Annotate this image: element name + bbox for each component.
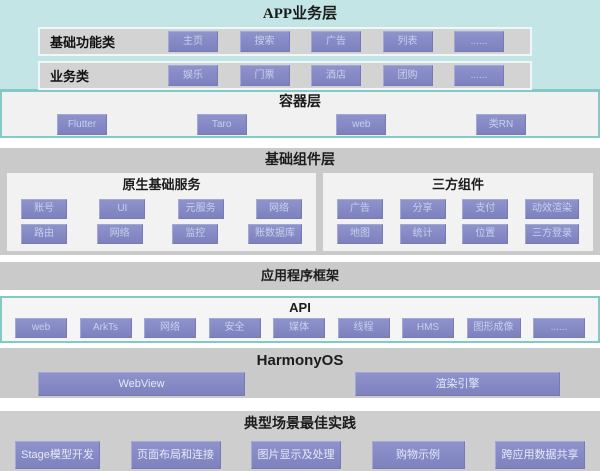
third-party-row-1: 广告 分享 支付 动效渲染 — [337, 199, 579, 219]
chip-monitor: 监控 — [172, 224, 218, 244]
chip-list: 列表 — [383, 31, 433, 52]
chip-shopping-sample: 购物示例 — [372, 441, 465, 469]
container-layer: 容器层 Flutter Taro web 类RN — [0, 92, 600, 138]
chip-home: 主页 — [168, 31, 218, 52]
basic-function-label: 基础功能类 — [50, 32, 168, 51]
chip-security: 安全 — [209, 318, 261, 338]
third-party-panel: 三方组件 广告 分享 支付 动效渲染 地图 统计 位置 三方登录 — [323, 173, 593, 251]
basic-function-row: 基础功能类 主页 搜索 广告 列表 ...... — [38, 27, 532, 56]
chip-flutter: Flutter — [57, 114, 107, 135]
api-buttons: web ArkTs 网络 安全 媒体 线程 HMS 图形成像 ...... — [2, 316, 598, 338]
native-services-title: 原生基础服务 — [7, 173, 316, 194]
best-practices-layer: 典型场景最佳实践 Stage模型开发 页面布局和连接 图片显示及处理 购物示例 … — [0, 411, 600, 471]
application-framework-layer: 应用程序框架 — [0, 262, 600, 290]
chip-render-engine: 渲染引擎 — [355, 372, 560, 396]
business-label: 业务类 — [50, 66, 168, 85]
chip-search: 搜索 — [240, 31, 290, 52]
chip-map: 地图 — [337, 224, 383, 244]
chip-image-display: 图片显示及处理 — [251, 441, 341, 469]
native-services-row-1: 账号 UI 元服务 网络 — [21, 199, 302, 219]
chip-hms: HMS — [402, 318, 454, 338]
chip-taro: Taro — [197, 114, 247, 135]
chip-network: 网络 — [144, 318, 196, 338]
chip-payment: 支付 — [462, 199, 508, 219]
third-party-title: 三方组件 — [323, 173, 593, 194]
chip-meta-service: 元服务 — [178, 199, 224, 219]
chip-web: web — [15, 318, 67, 338]
framework-title: 应用程序框架 — [0, 262, 600, 290]
basic-components-layer: 基础组件层 原生基础服务 账号 UI 元服务 网络 路由 网络 监控 账数据库 — [0, 148, 600, 255]
architecture-diagram: APP业务层 基础功能类 主页 搜索 广告 列表 ...... 业务类 娱乐 门… — [0, 0, 600, 471]
chip-stage-model: Stage模型开发 — [15, 441, 100, 469]
harmonyos-title: HarmonyOS — [0, 348, 600, 370]
chip-ads: 广告 — [337, 199, 383, 219]
chip-ui: UI — [99, 199, 145, 219]
harmonyos-layer: HarmonyOS WebView 渲染引擎 — [0, 348, 600, 398]
chip-web: web — [336, 114, 386, 135]
chip-account-database: 账数据库 — [248, 224, 302, 244]
chip-webview: WebView — [38, 372, 245, 396]
practices-buttons: Stage模型开发 页面布局和连接 图片显示及处理 购物示例 跨应用数据共享 — [0, 434, 600, 469]
native-services-panel: 原生基础服务 账号 UI 元服务 网络 路由 网络 监控 账数据库 — [7, 173, 316, 251]
chip-statistics: 统计 — [400, 224, 446, 244]
native-services-row-2: 路由 网络 监控 账数据库 — [21, 224, 302, 244]
container-buttons: Flutter Taro web 类RN — [2, 112, 598, 135]
chip-network: 网络 — [97, 224, 143, 244]
chip-account: 账号 — [21, 199, 67, 219]
chip-third-party-login: 三方登录 — [525, 224, 579, 244]
practices-title: 典型场景最佳实践 — [0, 411, 600, 434]
app-layer-title: APP业务层 — [0, 0, 600, 24]
chip-ads: 广告 — [311, 31, 361, 52]
chip-media: 媒体 — [273, 318, 325, 338]
chip-router: 路由 — [21, 224, 67, 244]
chip-graphics-imaging: 图形成像 — [467, 318, 521, 338]
chip-rn-like: 类RN — [476, 114, 526, 135]
chip-arkts: ArkTs — [80, 318, 132, 338]
divider — [0, 138, 600, 148]
chip-thread: 线程 — [338, 318, 390, 338]
divider — [0, 398, 600, 411]
business-row: 业务类 娱乐 门票 酒店 团购 ...... — [38, 61, 532, 90]
chip-motion-render: 动效渲染 — [525, 199, 579, 219]
chip-location: 位置 — [462, 224, 508, 244]
basic-function-chips: 主页 搜索 广告 列表 ...... — [168, 31, 530, 52]
chip-groupbuy: 团购 — [383, 65, 433, 86]
api-title: API — [2, 298, 598, 316]
app-business-layer: APP业务层 基础功能类 主页 搜索 广告 列表 ...... 业务类 娱乐 门… — [0, 0, 600, 92]
components-panels: 原生基础服务 账号 UI 元服务 网络 路由 网络 监控 账数据库 三方组件 广… — [7, 173, 593, 251]
chip-page-layout: 页面布局和连接 — [131, 441, 221, 469]
divider — [0, 255, 600, 262]
chip-network: 网络 — [256, 199, 302, 219]
chip-cross-app-data: 跨应用数据共享 — [495, 441, 585, 469]
chip-more: ...... — [454, 31, 504, 52]
business-chips: 娱乐 门票 酒店 团购 ...... — [168, 65, 530, 86]
third-party-row-2: 地图 统计 位置 三方登录 — [337, 224, 579, 244]
chip-tickets: 门票 — [240, 65, 290, 86]
components-layer-title: 基础组件层 — [0, 148, 600, 170]
api-layer: API web ArkTs 网络 安全 媒体 线程 HMS 图形成像 .....… — [0, 296, 600, 343]
harmonyos-buttons: WebView 渲染引擎 — [0, 370, 600, 396]
chip-hotel: 酒店 — [311, 65, 361, 86]
chip-share: 分享 — [400, 199, 446, 219]
container-layer-title: 容器层 — [2, 92, 598, 112]
chip-entertainment: 娱乐 — [168, 65, 218, 86]
chip-more: ...... — [533, 318, 585, 338]
chip-more: ...... — [454, 65, 504, 86]
